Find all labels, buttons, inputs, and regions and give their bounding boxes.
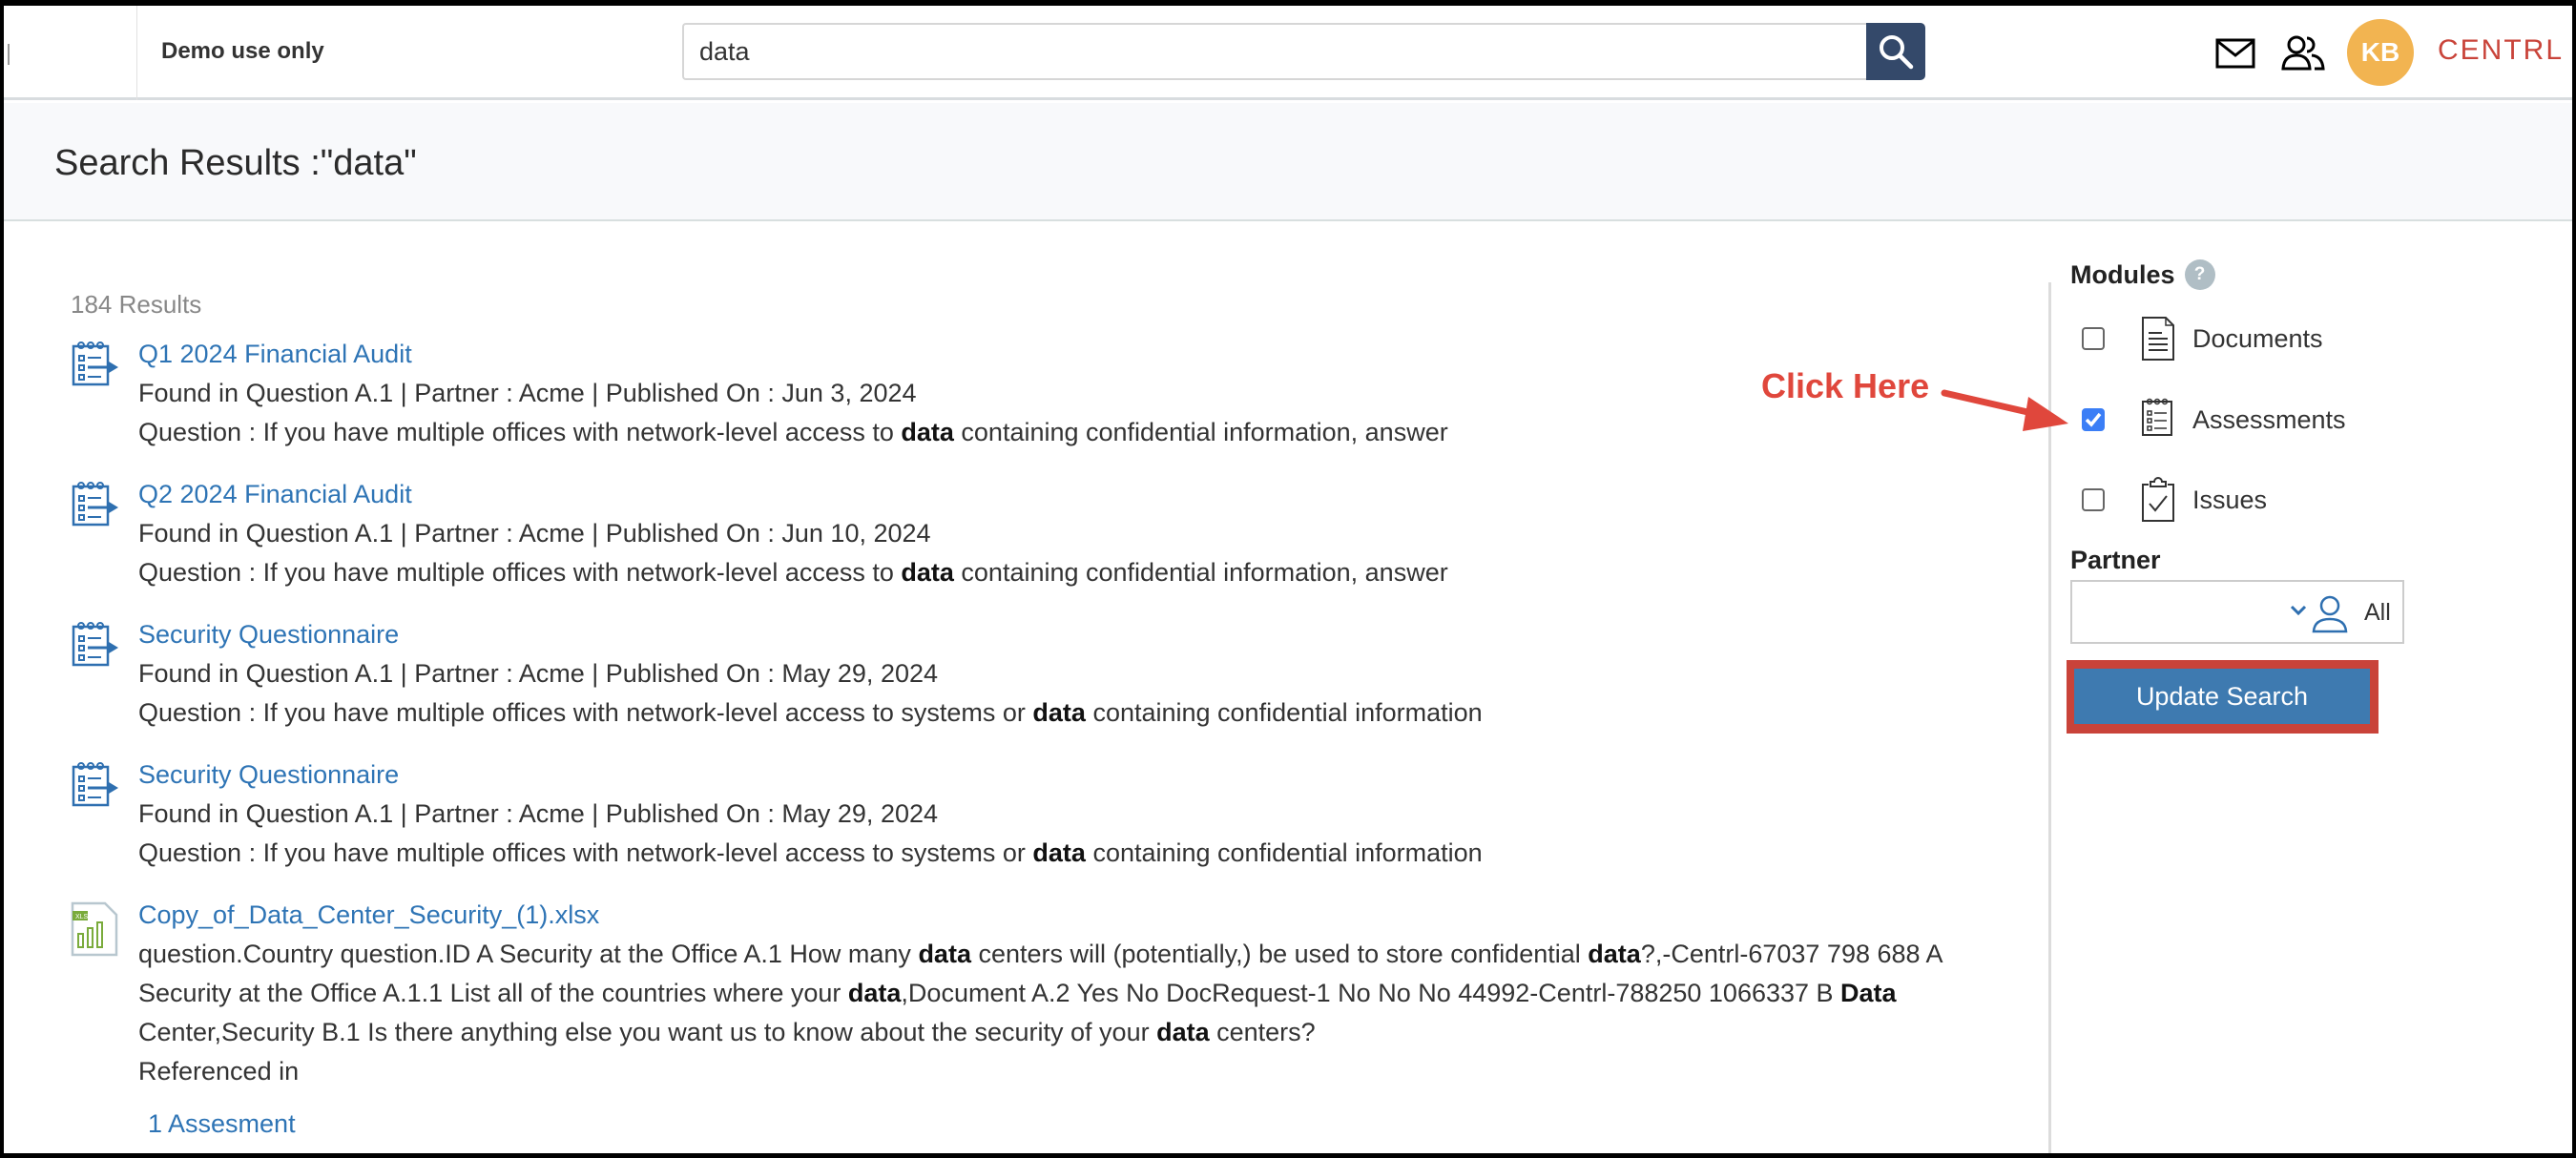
clipboard-check-icon [2141, 477, 2175, 523]
results-list: Q1 2024 Financial Audit Found in Question… [71, 335, 1988, 1153]
svg-text:XLS: XLS [75, 914, 89, 920]
text-segment: containing confidential information [1085, 698, 1483, 727]
update-search-highlight: Update Search [2067, 660, 2379, 734]
text-segment: Question : If you have multiple offices … [138, 698, 1033, 727]
module-assessments: Assessments [2070, 397, 2346, 443]
divider [136, 6, 137, 100]
app-window: Demo use only KB CENTRL Search Results :… [4, 6, 2572, 1153]
result-line: Question : If you have multiple offices … [138, 413, 1988, 452]
partner-value: All [2364, 599, 2391, 626]
document-icon [2141, 316, 2175, 362]
result-line: Found in Question A.1 | Partner : Acme |… [138, 514, 1988, 553]
modules-heading: Modules ? [2070, 259, 2215, 290]
text-segment: centers? [1209, 1018, 1316, 1046]
avatar[interactable]: KB [2347, 19, 2414, 86]
help-icon[interactable]: ? [2184, 259, 2215, 290]
search-button[interactable] [1866, 23, 1925, 80]
result-line: question.Country question.ID A Security … [138, 935, 1988, 1052]
top-bar: Demo use only KB CENTRL [4, 6, 2572, 100]
search-result: Security Questionnaire Found in Question … [71, 615, 1988, 733]
chevron-down-icon [2290, 605, 2307, 616]
modules-label: Modules [2070, 259, 2175, 289]
highlighted-term: data [918, 940, 971, 968]
result-title-link[interactable]: Q2 2024 Financial Audit [138, 475, 412, 514]
menu-edge [8, 44, 10, 65]
text-segment: Referenced in [138, 1057, 300, 1086]
result-title-link[interactable]: Security Questionnaire [138, 755, 399, 795]
partner-label: Partner [2070, 546, 2161, 574]
search-icon [1880, 35, 1914, 70]
text-segment: Found in Question A.1 | Partner : Acme |… [138, 379, 917, 407]
text-segment: Center,Security B.1 Is there anything el… [138, 1018, 1157, 1046]
person-icon [2312, 595, 2348, 633]
text-segment: Found in Question A.1 | Partner : Acme |… [138, 659, 939, 688]
search-result: XLS Copy_of_Data_Center_Security_(1).xlsx… [71, 896, 1988, 1144]
reference-link[interactable]: 1 Assesment [138, 1105, 1988, 1144]
highlighted-term: data [901, 418, 954, 446]
highlighted-term: data [901, 558, 954, 587]
update-search-button[interactable]: Update Search [2074, 669, 2370, 724]
text-segment: Question : If you have multiple offices … [138, 418, 902, 446]
highlighted-term: data [1032, 838, 1086, 867]
module-label: Documents [2192, 323, 2323, 353]
people-icon[interactable] [2280, 34, 2326, 72]
text-segment: Question : If you have multiple offices … [138, 558, 902, 587]
page-header: Search Results :"data" [4, 103, 2572, 221]
text-segment: Found in Question A.1 | Partner : Acme |… [138, 799, 939, 828]
text-segment: Question : If you have multiple offices … [138, 838, 1033, 867]
module-label: Assessments [2192, 404, 2346, 434]
text-segment: containing confidential information, ans… [953, 418, 1448, 446]
text-segment: Found in Question A.1 | Partner : Acme |… [138, 519, 931, 548]
result-line: Question : If you have multiple offices … [138, 553, 1988, 592]
brand-logo: CENTRL [2438, 34, 2565, 66]
assessment-icon [2141, 397, 2175, 443]
result-line: Found in Question A.1 | Partner : Acme |… [138, 654, 1988, 693]
annotation-arrow-icon [1941, 389, 2068, 431]
assessment-icon [71, 621, 120, 673]
search-result: Security Questionnaire Found in Question … [71, 755, 1988, 873]
module-label: Issues [2192, 485, 2268, 514]
result-line: Found in Question A.1 | Partner : Acme |… [138, 795, 1988, 834]
assessment-icon [71, 341, 120, 393]
text-segment: containing confidential information, ans… [953, 558, 1448, 587]
highlighted-term: data [1156, 1018, 1210, 1046]
result-count: 184 Results [71, 290, 202, 319]
module-documents: Documents [2070, 316, 2323, 362]
search-result: Q2 2024 Financial Audit Found in Question… [71, 475, 1988, 592]
mail-icon[interactable] [2215, 38, 2255, 69]
click-here-annotation: Click Here [1761, 366, 1930, 405]
module-checkbox[interactable] [2082, 408, 2105, 431]
result-title-link[interactable]: Security Questionnaire [138, 615, 399, 654]
text-segment: containing confidential information [1085, 838, 1483, 867]
assessment-icon [71, 761, 120, 814]
highlighted-term: Data [1840, 979, 1897, 1007]
search-input[interactable] [682, 23, 1869, 80]
result-line: Found in Question A.1 | Partner : Acme |… [138, 374, 1988, 413]
text-segment: question.Country question.ID A Security … [138, 940, 919, 968]
highlighted-term: data [847, 979, 902, 1007]
result-line: Question : If you have multiple offices … [138, 834, 1988, 873]
highlighted-term: data [1032, 698, 1086, 727]
partner-select[interactable]: All [2070, 580, 2404, 644]
highlighted-term: data [1588, 940, 1641, 968]
text-segment: ,Document A.2 Yes No DocRequest-1 No No … [901, 979, 1841, 1007]
page-title: Search Results :"data" [54, 143, 417, 183]
result-title-link[interactable]: Q1 2024 Financial Audit [138, 335, 412, 374]
module-issues: Issues [2070, 477, 2267, 523]
assessment-icon [71, 481, 120, 533]
result-line: Referenced in [138, 1052, 1988, 1091]
org-label: Demo use only [161, 38, 324, 64]
search-result: Q1 2024 Financial Audit Found in Question… [71, 335, 1988, 452]
module-checkbox[interactable] [2082, 327, 2105, 350]
result-title-link[interactable]: Copy_of_Data_Center_Security_(1).xlsx [138, 896, 599, 935]
module-checkbox[interactable] [2082, 488, 2105, 511]
text-segment: centers will (potentially,) be used to s… [970, 940, 1589, 968]
xls-file-icon: XLS [71, 901, 118, 962]
result-line: Question : If you have multiple offices … [138, 693, 1988, 733]
